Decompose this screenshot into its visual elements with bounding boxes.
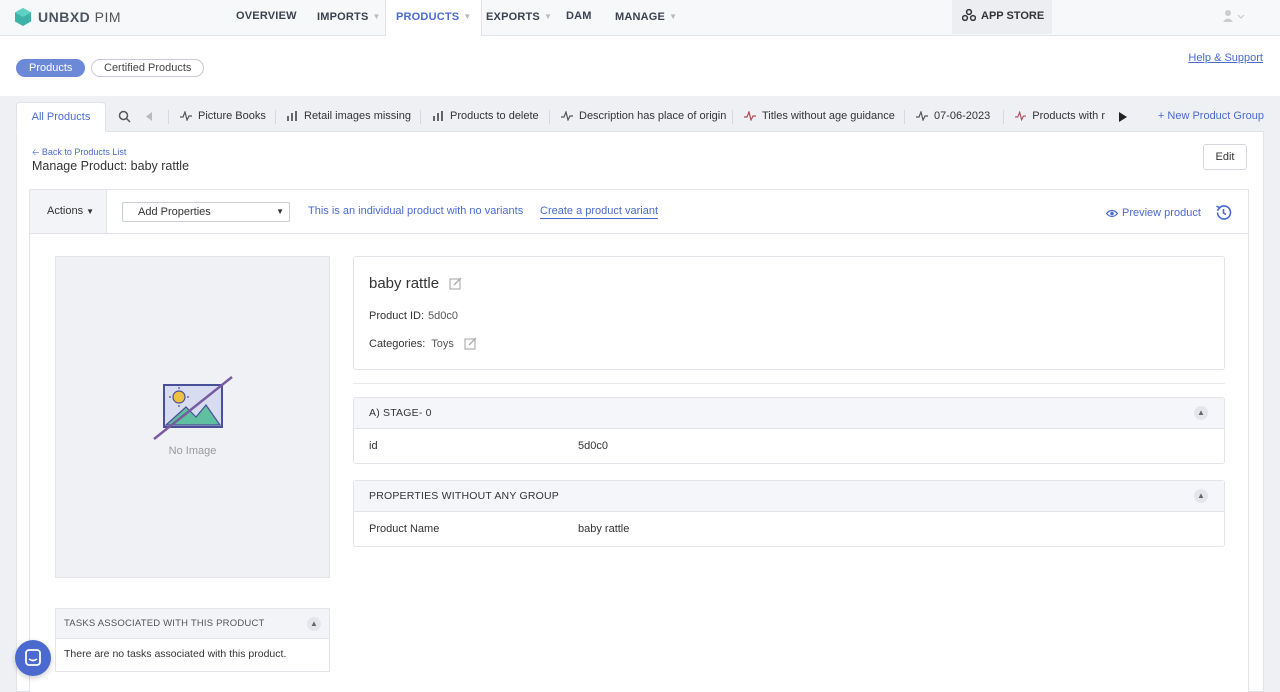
- tab-group-products-with[interactable]: Products with r: [1015, 110, 1105, 122]
- top-navigation: UNBXD PIM OVERVIEW IMPORTS ▼ PRODUCTS ▼ EX…: [0, 0, 1280, 37]
- add-properties-select[interactable]: Add Properties ▼: [122, 202, 290, 222]
- brand-logo[interactable]: UNBXD PIM: [14, 7, 121, 27]
- actions-dropdown[interactable]: Actions ▼: [30, 190, 107, 233]
- variant-status-text: This is an individual product with no va…: [308, 205, 524, 217]
- certified-products-pill[interactable]: Certified Products: [91, 59, 205, 77]
- activity-icon: [744, 111, 756, 121]
- tab-group-07-06-2023[interactable]: 07-06-2023: [916, 110, 990, 122]
- product-info-card: baby rattle Product ID: 5d0c0 Categories:…: [353, 256, 1225, 370]
- product-detail-panel: 🡠 Back to Products List Manage Product: …: [16, 132, 1264, 692]
- property-key: Product Name: [369, 523, 440, 535]
- chevron-up-icon[interactable]: ▲: [307, 617, 321, 631]
- user-avatar-icon: [1223, 10, 1245, 22]
- history-icon[interactable]: [1214, 203, 1233, 222]
- eye-icon: [1106, 209, 1118, 217]
- chevron-up-icon[interactable]: ▲: [1194, 489, 1208, 503]
- edit-icon[interactable]: [449, 277, 462, 290]
- tab-separator: [549, 110, 550, 124]
- arrow-left-icon: 🡠: [32, 147, 40, 157]
- chevron-down-icon: ▼: [669, 12, 678, 21]
- property-value: baby rattle: [578, 523, 630, 535]
- tab-group-titles-age-guidance[interactable]: Titles without age guidance: [744, 110, 895, 122]
- nav-exports[interactable]: EXPORTS ▼: [486, 0, 552, 34]
- brand-name: UNBXD PIM: [38, 9, 122, 25]
- chevron-down-icon: ▼: [463, 12, 472, 21]
- activity-icon: [180, 111, 192, 121]
- page-title: Manage Product: baby rattle: [32, 159, 190, 173]
- new-product-group-button[interactable]: + New Product Group: [1158, 110, 1264, 122]
- edit-button[interactable]: Edit: [1203, 144, 1247, 170]
- tab-group-picture-books[interactable]: Picture Books: [180, 110, 266, 122]
- no-image-icon: [153, 376, 233, 440]
- product-name: baby rattle: [369, 275, 462, 292]
- chat-launcher-button[interactable]: [15, 640, 51, 676]
- app-store-icon: [961, 8, 977, 22]
- property-row: Product Name baby rattle: [354, 512, 1224, 546]
- user-menu[interactable]: [1222, 9, 1246, 28]
- tasks-panel: TASKS ASSOCIATED WITH THIS PRODUCT ▲ The…: [55, 608, 330, 672]
- property-key: id: [369, 440, 378, 452]
- tasks-header[interactable]: TASKS ASSOCIATED WITH THIS PRODUCT ▲: [56, 609, 329, 639]
- property-value: 5d0c0: [578, 440, 608, 452]
- scroll-right-icon[interactable]: [1119, 112, 1127, 122]
- caret-down-icon: ▼: [86, 207, 95, 216]
- tab-separator: [1003, 110, 1004, 124]
- edit-icon[interactable]: [464, 337, 477, 350]
- preview-product-link[interactable]: Preview product: [1106, 207, 1201, 219]
- product-image-placeholder[interactable]: No Image: [55, 256, 330, 578]
- product-categories: Categories: Toys: [369, 337, 477, 350]
- product-action-bar: Actions ▼ Add Properties ▼ This is an in…: [29, 189, 1249, 233]
- bar-chart-icon: [287, 111, 297, 121]
- section-header[interactable]: PROPERTIES WITHOUT ANY GROUP ▲: [354, 481, 1224, 512]
- scroll-left-icon[interactable]: [146, 112, 153, 121]
- activity-icon: [561, 111, 573, 121]
- product-id: Product ID: 5d0c0: [369, 310, 459, 322]
- product-group-tabs: All Products Picture Books Retail images…: [16, 102, 1264, 132]
- chat-icon: [25, 649, 41, 666]
- section-header[interactable]: A) STAGE- 0 ▲: [354, 398, 1224, 429]
- tab-separator: [732, 110, 733, 124]
- hexagon-logo-icon: [15, 8, 31, 26]
- nav-dam[interactable]: DAM: [566, 0, 592, 34]
- tab-separator: [904, 110, 905, 124]
- no-image-label: No Image: [168, 445, 217, 457]
- activity-icon: [1015, 111, 1027, 121]
- tab-separator: [420, 110, 421, 124]
- tasks-empty-message: There are no tasks associated with this …: [64, 648, 287, 660]
- tab-separator: [168, 110, 169, 124]
- property-row: id 5d0c0: [354, 429, 1224, 463]
- divider: [353, 383, 1225, 384]
- tab-group-retail-images-missing[interactable]: Retail images missing: [286, 110, 411, 122]
- sub-navigation: Products Certified Products Help & Suppo…: [0, 36, 1280, 96]
- nav-products[interactable]: PRODUCTS ▼: [385, 0, 483, 37]
- nav-manage[interactable]: MANAGE ▼: [615, 0, 677, 34]
- bar-chart-icon: [433, 111, 443, 121]
- nav-overview[interactable]: OVERVIEW: [236, 0, 297, 34]
- help-support-link[interactable]: Help & Support: [1188, 52, 1263, 64]
- create-variant-link[interactable]: Create a product variant: [540, 205, 659, 219]
- activity-icon: [916, 111, 928, 121]
- tab-all-products[interactable]: All Products: [16, 102, 106, 132]
- section-properties-without-group: PROPERTIES WITHOUT ANY GROUP ▲ Product N…: [353, 480, 1225, 547]
- chevron-down-icon: ▼: [543, 12, 553, 21]
- search-icon[interactable]: [118, 110, 131, 123]
- caret-down-icon: ▼: [276, 207, 284, 216]
- tab-separator: [275, 110, 276, 124]
- nav-imports[interactable]: IMPORTS ▼: [317, 0, 381, 34]
- tab-group-products-to-delete[interactable]: Products to delete: [432, 110, 539, 122]
- chevron-down-icon: ▼: [372, 12, 381, 21]
- chevron-up-icon[interactable]: ▲: [1194, 406, 1208, 420]
- product-content: No Image TASKS ASSOCIATED WITH THIS PROD…: [29, 233, 1249, 692]
- products-pill[interactable]: Products: [16, 59, 86, 77]
- section-stage-0: A) STAGE- 0 ▲ id 5d0c0: [353, 397, 1225, 464]
- app-store-button[interactable]: APP STORE: [952, 0, 1052, 34]
- tab-group-description-origin[interactable]: Description has place of origin: [561, 110, 726, 122]
